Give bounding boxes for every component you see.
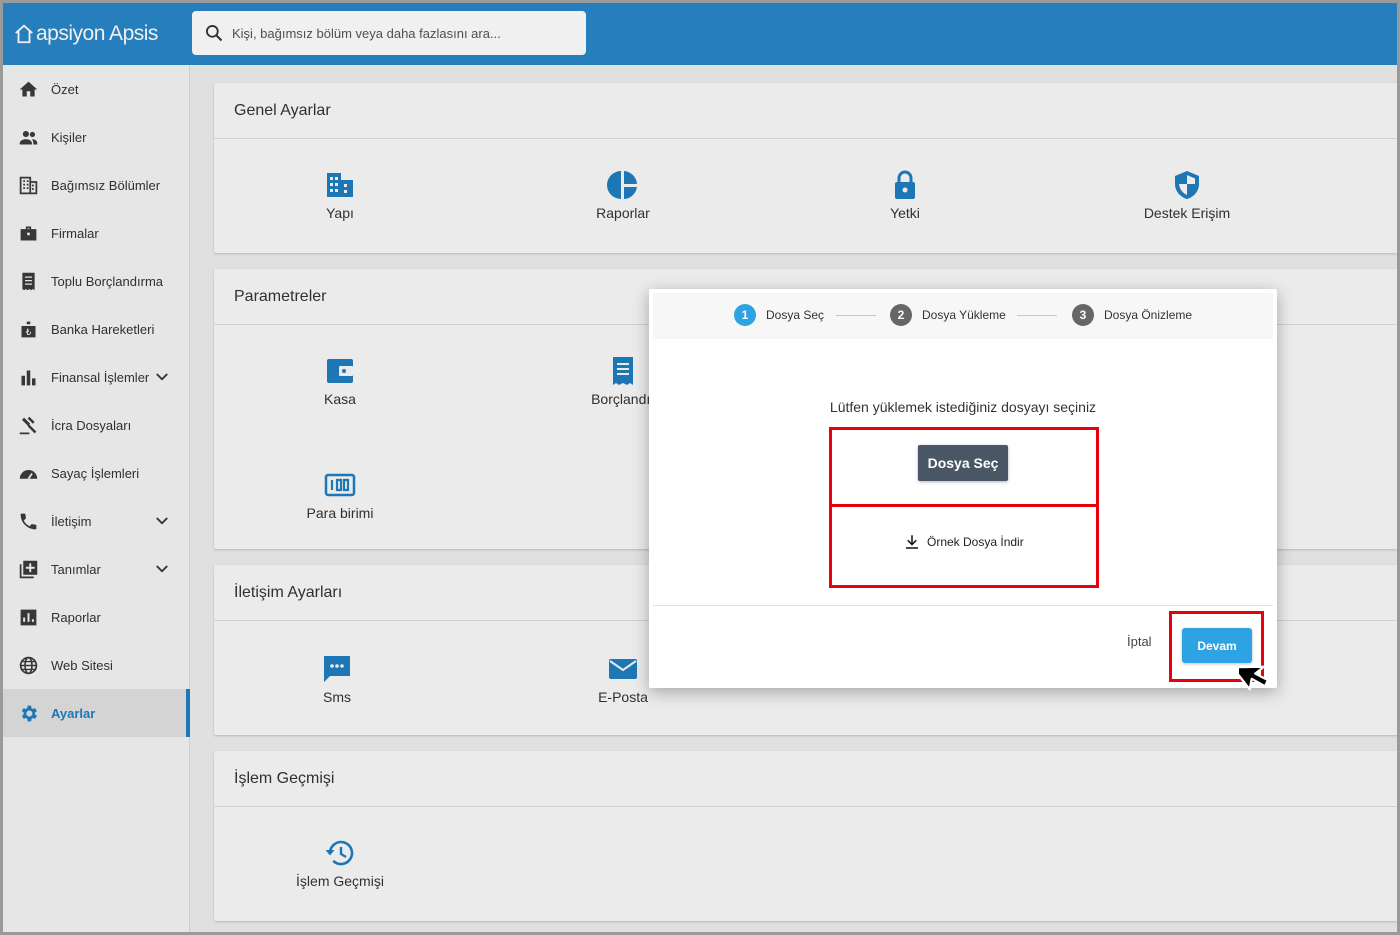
step-dosya-sec: 1 Dosya Seç	[734, 304, 824, 326]
step-label: Dosya Seç	[766, 308, 825, 322]
step-number: 2	[890, 304, 912, 326]
upload-stepper: 1 Dosya Seç 2 Dosya Yükleme 3 Dosya Öniz…	[653, 293, 1273, 339]
file-upload-dialog: 1 Dosya Seç 2 Dosya Yükleme 3 Dosya Öniz…	[649, 289, 1277, 688]
upload-instruction: Lütfen yüklemek istediğiniz dosyayı seçi…	[829, 399, 1097, 415]
select-file-button[interactable]: Dosya Seç	[918, 445, 1008, 481]
step-connector	[1017, 315, 1057, 316]
download-sample-link[interactable]: Örnek Dosya İndir	[903, 533, 1024, 551]
step-label: Dosya Önizleme	[1104, 308, 1193, 322]
download-icon	[906, 535, 918, 549]
step-dosya-yukleme: 2 Dosya Yükleme	[890, 304, 1006, 326]
step-number: 3	[1072, 304, 1094, 326]
step-number: 1	[734, 304, 756, 326]
step-label: Dosya Yükleme	[922, 308, 1006, 322]
step-dosya-onizleme: 3 Dosya Önizleme	[1072, 304, 1192, 326]
app-window: apsiyon Apsis Kişi, bağımsız bölüm veya …	[0, 0, 1400, 935]
cancel-button[interactable]: İptal	[1127, 634, 1152, 649]
step-connector	[836, 315, 876, 316]
modal-divider	[653, 605, 1273, 606]
download-label: Örnek Dosya İndir	[927, 535, 1024, 549]
mouse-pointer-icon	[1239, 665, 1270, 691]
